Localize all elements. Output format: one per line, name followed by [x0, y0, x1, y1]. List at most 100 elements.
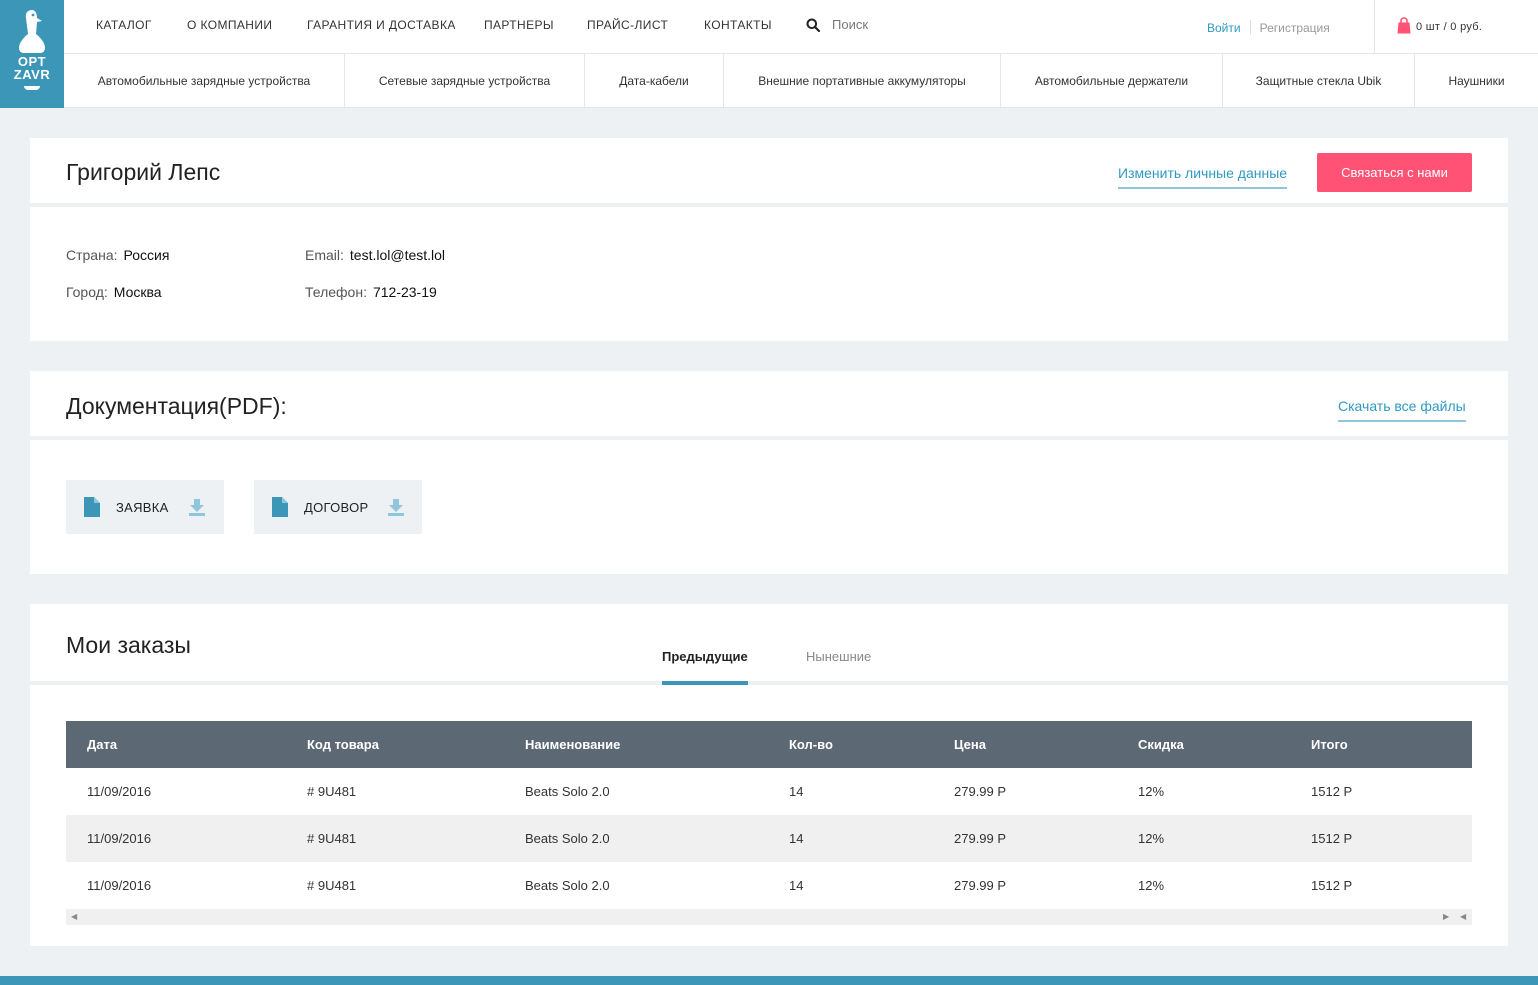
orders-header: Мои заказы Предыдущие Нынешние	[30, 604, 1508, 685]
table-header-row: Дата Код товара Наименование Кол-во Цена…	[66, 721, 1472, 768]
logo[interactable]: OPT ZAVR	[0, 0, 64, 108]
cart[interactable]: 0 шт / 0 руб.	[1374, 0, 1538, 54]
phone-value: 712-23-19	[372, 284, 437, 300]
logo-smile	[24, 86, 40, 90]
docs-title: Документация(PDF):	[66, 393, 287, 419]
cell-code: # 9U481	[307, 878, 357, 893]
profile-name: Григорий Лепс	[66, 159, 221, 185]
col-price: Цена	[954, 737, 986, 752]
table-row: 11/09/2016 # 9U481 Beats Solo 2.0 14 279…	[66, 862, 1472, 909]
cell-discount: 12%	[1138, 831, 1165, 846]
scroll-end-arrow-icon[interactable]: ◀	[1460, 912, 1466, 921]
orders-card: Мои заказы Предыдущие Нынешние Дата Код …	[30, 604, 1508, 946]
phone-label: Телефон:	[305, 284, 367, 300]
cell-discount: 12%	[1138, 878, 1165, 893]
shopping-bag-icon	[1397, 17, 1411, 34]
table-row: 11/09/2016 # 9U481 Beats Solo 2.0 14 279…	[66, 768, 1472, 815]
cat-power-banks[interactable]: Внешние портативные аккумуляторы	[724, 54, 1001, 108]
phone-info: Телефон: 712-23-19	[305, 284, 437, 300]
profile-card: Григорий Лепс Изменить личные данные Свя…	[30, 138, 1508, 341]
cell-qty: 14	[789, 784, 804, 799]
cell-qty: 14	[789, 831, 804, 846]
search-icon[interactable]	[806, 18, 820, 32]
nav-warranty-delivery[interactable]: ГАРАНТИЯ И ДОСТАВКА	[307, 18, 456, 32]
cell-price: 279.99 Р	[954, 878, 1007, 893]
city-info: Город: Москва	[66, 284, 162, 300]
cell-total: 1512 Р	[1311, 878, 1353, 893]
cell-total: 1512 Р	[1311, 784, 1353, 799]
download-icon[interactable]	[188, 498, 206, 516]
col-total: Итого	[1311, 737, 1348, 752]
cell-price: 279.99 Р	[954, 784, 1007, 799]
auth-divider	[1249, 20, 1251, 34]
doc-contract-label: ДОГОВОР	[304, 499, 369, 515]
cell-name: Beats Solo 2.0	[525, 878, 610, 893]
cat-car-holders[interactable]: Автомобильные держатели	[1001, 54, 1223, 108]
cat-data-cables[interactable]: Дата-кабели	[585, 54, 724, 108]
cell-name: Beats Solo 2.0	[525, 784, 610, 799]
nav-partners[interactable]: ПАРТНЕРЫ	[484, 18, 554, 32]
search-input[interactable]	[832, 17, 992, 32]
edit-profile-link[interactable]: Изменить личные данные	[1118, 165, 1288, 189]
doc-application[interactable]: ЗАЯВКА	[66, 480, 224, 534]
file-icon	[272, 497, 288, 517]
table-horizontal-scrollbar[interactable]: ◀ ▶ ◀	[66, 909, 1472, 925]
download-icon[interactable]	[387, 498, 405, 516]
cell-date: 11/09/2016	[87, 831, 152, 846]
col-discount: Скидка	[1138, 737, 1184, 752]
auth-links: Войти Регистрация	[1207, 20, 1330, 35]
col-code: Код товара	[307, 737, 379, 752]
scroll-right-arrow-icon[interactable]: ▶	[1443, 912, 1449, 921]
goose-logo-icon	[19, 10, 45, 53]
cell-code: # 9U481	[307, 831, 357, 846]
country-info: Страна: Россия	[66, 247, 169, 263]
nav-catalog[interactable]: КАТАЛОГ	[96, 18, 152, 32]
file-icon	[84, 497, 100, 517]
docs-body: ЗАЯВКА ДОГОВОР	[30, 440, 1508, 574]
cell-qty: 14	[789, 878, 804, 893]
download-all-link[interactable]: Скачать все файлы	[1338, 398, 1466, 422]
profile-header: Григорий Лепс Изменить личные данные Свя…	[30, 138, 1508, 207]
col-name: Наименование	[525, 737, 621, 752]
cat-wall-chargers[interactable]: Сетевые зарядные устройства	[345, 54, 585, 108]
search-box	[806, 17, 992, 32]
country-value: Россия	[123, 247, 170, 263]
cell-name: Beats Solo 2.0	[525, 831, 610, 846]
logo-line-2: ZAVR	[13, 67, 51, 82]
cat-headphones[interactable]: Наушники	[1415, 54, 1538, 108]
contact-us-button[interactable]: Связаться с нами	[1317, 153, 1472, 192]
cat-car-chargers[interactable]: Автомобильные зарядные устройства	[64, 54, 345, 108]
cat-screen-protectors[interactable]: Защитные стекла Ubik	[1223, 54, 1415, 108]
city-value: Москва	[113, 284, 162, 300]
nav-contacts[interactable]: КОНТАКТЫ	[704, 18, 772, 32]
city-label: Город:	[66, 284, 108, 300]
doc-application-label: ЗАЯВКА	[116, 499, 169, 515]
cart-summary: 0 шт / 0 руб.	[1416, 21, 1483, 33]
docs-header: Документация(PDF): Скачать все файлы	[30, 371, 1508, 440]
tab-previous[interactable]: Предыдущие	[662, 649, 748, 685]
nav-about[interactable]: О КОМПАНИИ	[187, 18, 272, 32]
col-date: Дата	[87, 737, 118, 752]
tab-current[interactable]: Нынешние	[806, 649, 871, 685]
cell-date: 11/09/2016	[87, 878, 152, 893]
login-link[interactable]: Войти	[1207, 21, 1241, 35]
orders-table: Дата Код товара Наименование Кол-во Цена…	[66, 721, 1472, 909]
site-header: OPT ZAVR КАТАЛОГ О КОМПАНИИ ГАРАНТИЯ И Д…	[0, 0, 1538, 108]
cell-date: 11/09/2016	[87, 784, 152, 799]
email-label: Email:	[305, 247, 344, 263]
orders-title: Мои заказы	[66, 632, 191, 658]
docs-card: Документация(PDF): Скачать все файлы ЗАЯ…	[30, 371, 1508, 574]
nav-price-list[interactable]: ПРАЙС-ЛИСТ	[587, 18, 668, 32]
col-qty: Кол-во	[789, 737, 833, 752]
cell-code: # 9U481	[307, 784, 357, 799]
logo-text: OPT ZAVR	[0, 55, 64, 81]
cell-price: 279.99 Р	[954, 831, 1007, 846]
email-info: Email: test.lol@test.lol	[305, 247, 445, 263]
register-link[interactable]: Регистрация	[1260, 21, 1330, 35]
category-navigation: Автомобильные зарядные устройства Сетевы…	[64, 54, 1538, 108]
scroll-left-arrow-icon[interactable]: ◀	[71, 912, 77, 921]
doc-contract[interactable]: ДОГОВОР	[254, 480, 422, 534]
top-navigation: КАТАЛОГ О КОМПАНИИ ГАРАНТИЯ И ДОСТАВКА П…	[64, 0, 1538, 54]
country-label: Страна:	[66, 247, 118, 263]
email-value: test.lol@test.lol	[349, 247, 446, 263]
